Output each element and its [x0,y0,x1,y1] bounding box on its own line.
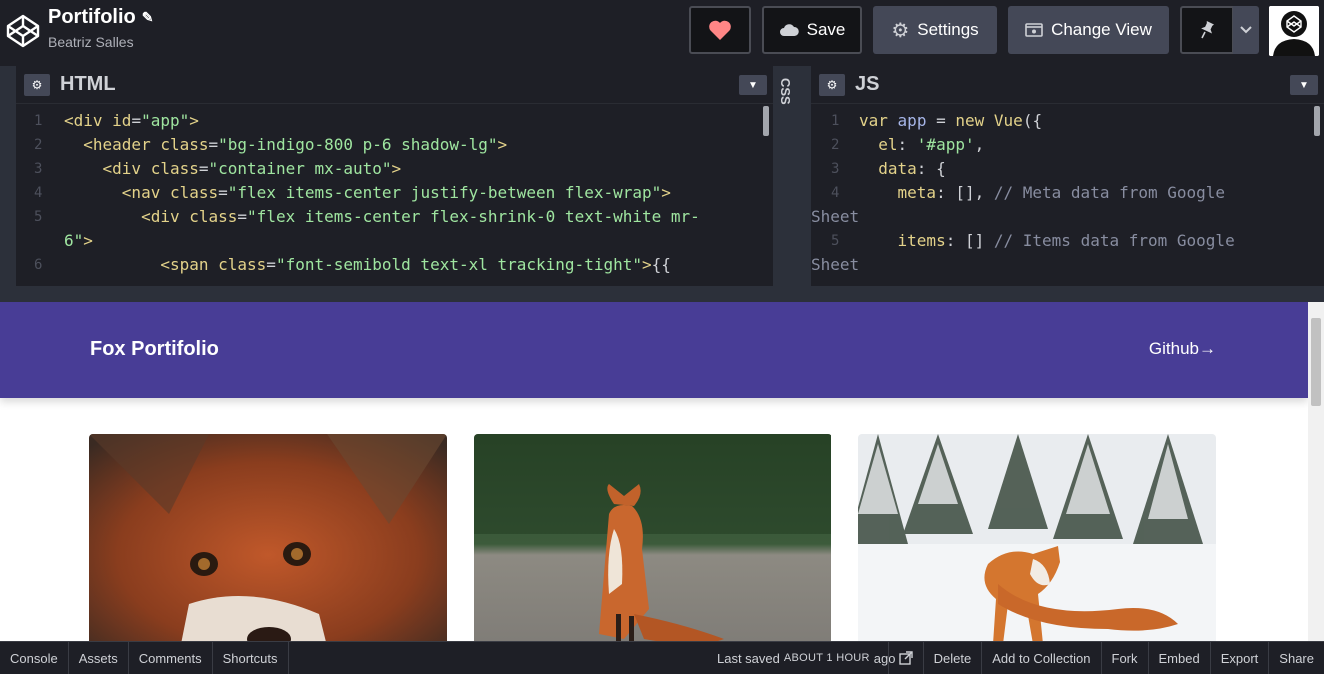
export-button[interactable]: Export [1209,642,1269,674]
code-line: 6 <span class="font-semibold text-xl tra… [34,255,671,274]
code-line: 2 el: '#app', [831,135,985,154]
site-header: Fox Portifolio Github→ [0,302,1308,398]
code-line: 2 <header class="bg-indigo-800 p-6 shado… [34,135,508,154]
js-editor-scrollbar[interactable] [1314,106,1320,136]
pen-title-text[interactable]: Portifolio [48,6,136,29]
change-view-label: Change View [1051,20,1152,39]
js-editor-header: ⚙ JS ▼ [811,66,1324,104]
change-view-button[interactable]: Change View [1008,6,1169,54]
preview-frame[interactable]: Fox Portifolio Github→ [0,302,1324,641]
shortcuts-tab[interactable]: Shortcuts [213,642,289,674]
html-editor-title: HTML [60,73,116,95]
preview-scrollbar[interactable] [1308,302,1324,641]
open-external-button[interactable] [887,642,923,674]
site-title: Fox Portifolio [90,338,219,360]
cloud-icon [779,24,799,36]
code-line: 1 <div id="app"> [34,111,199,130]
share-button[interactable]: Share [1268,642,1324,674]
settings-label: Settings [917,20,979,39]
user-avatar-icon [1269,6,1319,56]
codepen-logo-icon[interactable] [6,14,40,48]
save-label: Save [806,20,846,39]
add-to-collection-button[interactable]: Add to Collection [981,642,1100,674]
html-code[interactable]: 1 <div id="app"> 2 <header class="bg-indi… [16,104,773,286]
comments-tab[interactable]: Comments [129,642,213,674]
code-line: 6"> [64,231,93,250]
preview-scrollbar-thumb[interactable] [1311,318,1321,406]
code-line: 3 <div class="container mx-auto"> [34,159,402,178]
html-editor-scrollbar[interactable] [763,106,769,136]
pin-dropdown-button[interactable] [1233,6,1259,54]
html-editor-dropdown[interactable]: ▼ [739,75,767,95]
html-editor-header: ⚙ HTML ▼ [16,66,773,104]
fox-in-snow-image[interactable] [858,434,1216,641]
js-editor-title: JS [855,73,880,95]
js-editor[interactable]: ⚙ JS ▼ 1 var app = new Vue({ 2 el: '#app'… [811,66,1324,286]
delete-button[interactable]: Delete [922,642,982,674]
embed-button[interactable]: Embed [1147,642,1210,674]
code-line: 4 <nav class="flex items-center justify-… [34,183,671,202]
code-line: 4 meta: [], // Meta data from Google [831,183,1226,202]
gear-icon: ⚙ [891,19,910,42]
last-saved-status: Last saved ABOUT 1 HOUR ago [717,642,896,674]
code-line: 1 var app = new Vue({ [831,111,1043,130]
pin-button[interactable] [1180,6,1234,54]
footer-bar: Console Assets Comments Shortcuts Last s… [0,641,1324,674]
code-line: 5 items: [] // Items data from Google [831,231,1235,250]
console-tab[interactable]: Console [0,642,69,674]
external-link-icon [898,651,913,665]
fork-button[interactable]: Fork [1100,642,1148,674]
last-saved-prefix: Last saved [717,650,780,666]
settings-button[interactable]: ⚙ Settings [873,6,997,54]
js-settings-icon[interactable]: ⚙ [819,73,845,96]
js-editor-dropdown[interactable]: ▼ [1290,75,1318,95]
editor-preview-resizer[interactable] [0,286,1324,302]
fox-sitting-image[interactable] [474,434,832,641]
html-settings-icon[interactable]: ⚙ [24,73,50,96]
pin-icon [1201,21,1215,39]
pencil-icon[interactable]: ✎ [142,9,154,26]
assets-tab[interactable]: Assets [69,642,129,674]
js-code[interactable]: 1 var app = new Vue({ 2 el: '#app', 3 dat… [811,104,1324,286]
pen-author[interactable]: Beatriz Salles [48,34,134,50]
heart-button[interactable] [689,6,751,54]
last-saved-time: ABOUT 1 HOUR [783,652,870,664]
code-line: Sheet [811,255,860,274]
code-line: 5 <div class="flex items-center flex-shr… [34,207,700,226]
code-line: Sheet [811,207,860,226]
code-line: 3 data: { [831,159,946,178]
editors-area: ⚙ HTML ▼ 1 <div id="app"> 2 <header class… [0,66,1324,286]
github-link[interactable]: Github→ [1149,339,1216,359]
footer-actions: Delete Add to Collection Fork Embed Expo… [887,642,1324,674]
html-editor[interactable]: ⚙ HTML ▼ 1 <div id="app"> 2 <header class… [16,66,773,286]
pen-title[interactable]: Portifolio ✎ [48,6,154,29]
avatar[interactable] [1269,6,1319,56]
top-bar: Portifolio ✎ Beatriz Salles Save ⚙ Setti… [0,0,1324,62]
css-editor-title[interactable]: CSS [778,78,793,105]
chevron-down-icon [1240,26,1252,34]
change-view-icon [1025,23,1043,37]
heart-icon [709,20,731,40]
save-button[interactable]: Save [762,6,862,54]
fox-closeup-image[interactable] [89,434,447,641]
